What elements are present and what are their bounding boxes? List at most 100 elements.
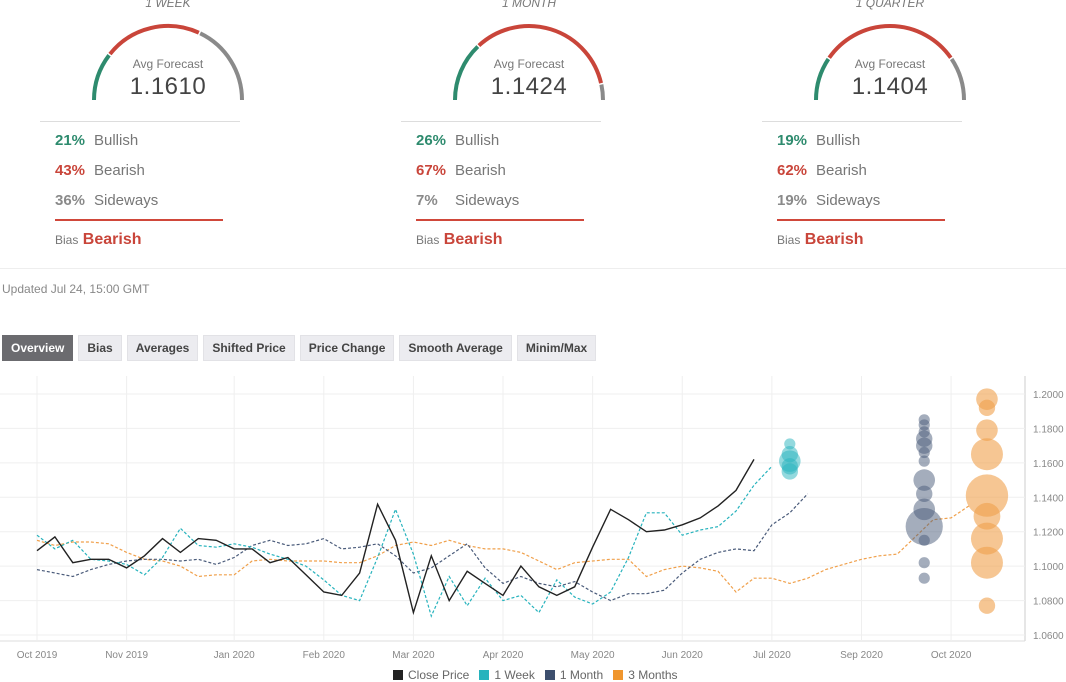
sideways-label: Sideways [816, 192, 881, 209]
avg-forecast-label: Avg Forecast [132, 57, 204, 71]
bullish-label: Bullish [94, 132, 139, 149]
bearish-percent: 62% [777, 162, 808, 179]
x-tick-label: Jan 2020 [214, 650, 256, 661]
bearish-row: 62% Bearish [777, 162, 867, 179]
quarter-bubble [976, 419, 998, 441]
bullish-row: 21% Bullish [55, 132, 138, 149]
quarter-swatch-icon [613, 670, 624, 680]
section-divider [0, 268, 1066, 269]
gauge-title: 1 MONTH [502, 0, 556, 10]
tab-price-change[interactable]: Price Change [299, 335, 395, 361]
x-tick-label: Oct 2020 [931, 650, 972, 661]
bias-divider [55, 219, 223, 221]
bias-label: Bias [777, 233, 801, 247]
y-tick-label: 1.2000 [1033, 390, 1064, 401]
avg-forecast-value: 1.1424 [490, 73, 568, 100]
legend-3-months[interactable]: 3 Months [613, 668, 678, 682]
bias-divider [416, 219, 584, 221]
tab-minim-max[interactable]: Minim/Max [516, 335, 597, 361]
bias-value: Bearish [804, 231, 864, 248]
bearish-label: Bearish [816, 162, 867, 179]
close-swatch-icon [393, 670, 403, 680]
y-tick-label: 1.1200 [1033, 528, 1064, 539]
gauge-divider [762, 121, 962, 122]
x-tick-label: Feb 2020 [303, 650, 346, 661]
quarter-bubble [978, 597, 996, 614]
avg-forecast-value: 1.1404 [851, 73, 929, 100]
bullish-row: 26% Bullish [416, 132, 499, 149]
legend-close-price[interactable]: Close Price [393, 668, 469, 682]
x-tick-label: Jul 2020 [753, 650, 791, 661]
bearish-percent: 43% [55, 162, 86, 179]
gauge-title: 1 WEEK [145, 0, 191, 10]
avg-forecast-label: Avg Forecast [493, 57, 565, 71]
gauge-title: 1 QUARTER [855, 0, 925, 10]
updated-timestamp: Updated Jul 24, 15:00 GMT [2, 282, 150, 296]
bias-label: Bias [416, 233, 440, 247]
legend-1-week[interactable]: 1 Week [479, 668, 535, 682]
bias-row: Bias Bearish [416, 231, 503, 249]
legend-label: 1 Month [559, 668, 604, 682]
bearish-row: 43% Bearish [55, 162, 145, 179]
x-tick-label: Nov 2019 [105, 650, 148, 661]
bias-divider [777, 219, 945, 221]
tab-bias[interactable]: Bias [78, 335, 122, 361]
y-tick-label: 1.1400 [1033, 493, 1064, 504]
y-tick-label: 1.0800 [1033, 597, 1064, 608]
close-price-line [36, 459, 755, 616]
bearish-row: 67% Bearish [416, 162, 506, 179]
bearish-label: Bearish [455, 162, 506, 179]
bullish-percent: 21% [55, 132, 86, 149]
sideways-label: Sideways [455, 192, 520, 209]
bullish-percent: 26% [416, 132, 447, 149]
chart-tabs: Overview Bias Averages Shifted Price Pri… [2, 335, 597, 361]
tab-averages[interactable]: Averages [126, 335, 199, 361]
bullish-label: Bullish [455, 132, 500, 149]
legend-1-month[interactable]: 1 Month [544, 668, 604, 682]
month-swatch-icon [544, 670, 555, 680]
sideways-row: 7% Sideways [416, 192, 519, 209]
chart-legend: Close Price 1 Week 1 Month 3 Months [393, 668, 678, 682]
sideways-percent: 7% [416, 192, 438, 209]
forecast-chart: 1.2000 1.1800 1.1600 1.1400 1.1200 1.1000 1.08… [0, 376, 1064, 661]
month-bubble [918, 572, 930, 584]
bias-value: Bearish [82, 231, 142, 248]
tab-smooth-average[interactable]: Smooth Average [399, 335, 512, 361]
sideways-label: Sideways [94, 192, 159, 209]
sideways-row: 36% Sideways [55, 192, 158, 209]
bearish-arc [108, 24, 200, 56]
y-tick-label: 1.1600 [1033, 459, 1064, 470]
bias-row: Bias Bearish [777, 231, 864, 249]
sideways-percent: 36% [55, 192, 86, 209]
sideways-row: 19% Sideways [777, 192, 880, 209]
tab-overview[interactable]: Overview [2, 335, 74, 361]
x-tick-label: Sep 2020 [840, 650, 883, 661]
quarter-bubble [970, 546, 1003, 579]
legend-label: 1 Week [494, 668, 535, 682]
x-tick-label: May 2020 [571, 650, 615, 661]
bearish-arc [827, 24, 953, 59]
bias-label: Bias [55, 233, 79, 247]
bullish-label: Bullish [816, 132, 861, 149]
month-bubble [918, 455, 930, 467]
x-tick-label: Jun 2020 [662, 650, 704, 661]
y-tick-label: 1.1800 [1033, 424, 1064, 435]
bearish-label: Bearish [94, 162, 145, 179]
legend-label: Close Price [408, 668, 470, 682]
x-tick-label: Apr 2020 [483, 650, 524, 661]
x-tick-label: Oct 2019 [17, 650, 58, 661]
legend-label: 3 Months [628, 668, 678, 682]
month-bubble [918, 557, 930, 569]
month-bubble [918, 534, 930, 546]
bullish-row: 19% Bullish [777, 132, 860, 149]
x-tick-label: Mar 2020 [392, 650, 435, 661]
bullish-percent: 19% [777, 132, 808, 149]
week-bubble [781, 463, 798, 480]
week-swatch-icon [479, 670, 490, 680]
quarter-bubble [978, 399, 996, 416]
avg-forecast-value: 1.1610 [129, 73, 207, 100]
week-forecast-line [36, 465, 773, 618]
bias-row: Bias Bearish [55, 231, 142, 249]
tab-shifted-price[interactable]: Shifted Price [203, 335, 295, 361]
gauge-divider [401, 121, 601, 122]
